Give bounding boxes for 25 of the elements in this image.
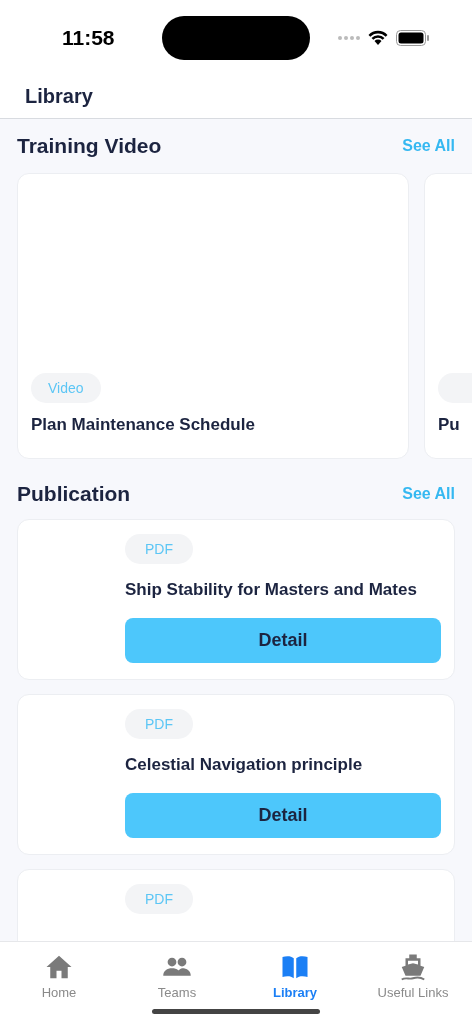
detail-button[interactable]: Detail — [125, 793, 441, 838]
video-title: Plan Maintenance Schedule — [31, 415, 256, 435]
section-title: Training Video — [17, 134, 162, 158]
page-title: Library — [25, 85, 93, 108]
publication-title: Celestial Navigation principle — [125, 755, 364, 775]
video-card[interactable]: Video Plan Maintenance Schedule — [17, 173, 409, 459]
type-tag: PDF — [125, 884, 193, 914]
video-card[interactable]: Pu — [424, 173, 472, 459]
type-tag: Video — [31, 373, 101, 403]
signal-icon — [338, 35, 360, 40]
type-tag: PDF — [125, 709, 193, 739]
tab-item[interactable]: Home — [0, 942, 118, 1024]
wifi-icon — [368, 30, 388, 45]
tab-item[interactable]: Library — [236, 942, 354, 1024]
detail-button[interactable]: Detail — [125, 618, 441, 663]
status-time: 11:58 — [62, 25, 116, 50]
tab-item[interactable]: Useful Links — [354, 942, 472, 1024]
section-title: Publication — [17, 482, 131, 506]
type-tag: PDF — [125, 534, 193, 564]
video-title: Pu — [438, 415, 461, 435]
battery-icon — [396, 29, 430, 46]
publication-title: Ship Stability for Masters and Mates — [125, 580, 418, 600]
see-all-link[interactable]: See All — [402, 485, 455, 503]
tab-item[interactable]: Teams — [118, 942, 236, 1024]
see-all-link[interactable]: See All — [402, 137, 455, 155]
